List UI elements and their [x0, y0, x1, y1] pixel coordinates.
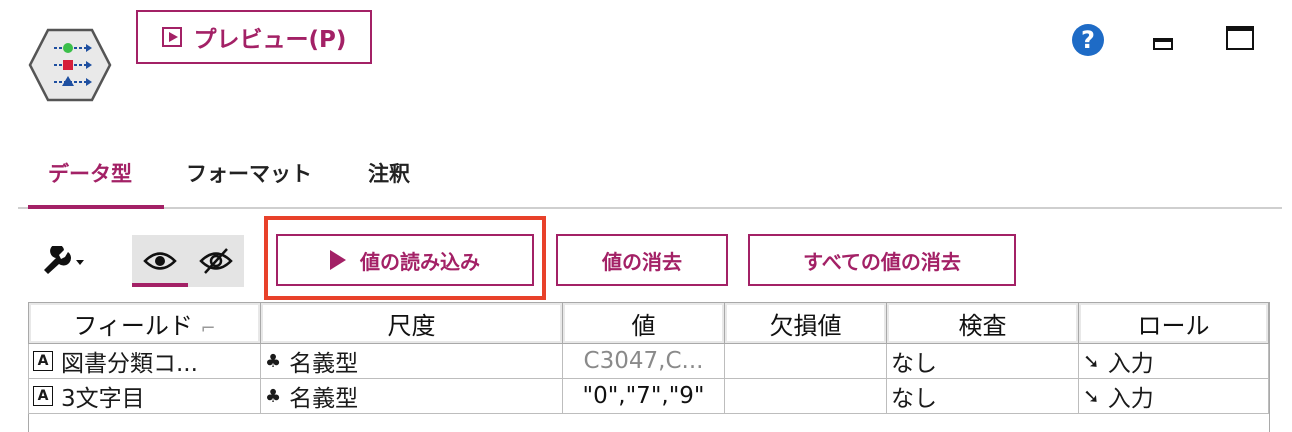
- eye-active-indicator: [132, 283, 188, 287]
- read-values-button[interactable]: 値の読み込み: [276, 234, 534, 286]
- role-value: 入力: [1107, 386, 1154, 412]
- missing-cell[interactable]: [724, 378, 887, 414]
- column-header-role[interactable]: ロール: [1078, 302, 1269, 344]
- role-value: 入力: [1107, 351, 1154, 377]
- nominal-icon: ♣: [265, 350, 282, 372]
- column-header-missing[interactable]: 欠損値: [724, 302, 887, 344]
- field-cell[interactable]: A 3文字目: [28, 378, 261, 414]
- wrench-dropdown-icon[interactable]: [40, 244, 88, 276]
- table-header-row: フィールド ⌐ 尺度 値 欠損値 検査 ロール: [28, 302, 1269, 344]
- column-header-check[interactable]: 検査: [886, 302, 1079, 344]
- field-type-node-icon: [28, 28, 112, 102]
- table-row[interactable]: A 図書分類コ... ♣ 名義型 C3047,C... なし ➘ 入力: [28, 343, 1269, 379]
- column-header-measure[interactable]: 尺度: [260, 302, 563, 344]
- clear-values-button[interactable]: 値の消去: [556, 234, 728, 286]
- tab-data-type[interactable]: データ型: [48, 158, 132, 188]
- measure-cell[interactable]: ♣ 名義型: [260, 378, 563, 414]
- clear-all-values-label: すべての値の消去: [803, 249, 961, 274]
- eye-slash-icon[interactable]: [188, 235, 244, 287]
- clear-all-values-button[interactable]: すべての値の消去: [748, 234, 1016, 286]
- minimize-icon[interactable]: [1153, 38, 1173, 50]
- maximize-icon[interactable]: [1226, 26, 1254, 50]
- field-name: 図書分類コ...: [61, 351, 198, 377]
- read-values-label: 値の読み込み: [360, 249, 480, 274]
- column-header-values[interactable]: 値: [562, 302, 725, 344]
- visibility-toggle-group: [132, 235, 244, 287]
- field-name: 3文字目: [61, 386, 145, 412]
- measure-value: 名義型: [289, 386, 359, 412]
- help-icon[interactable]: ?: [1072, 24, 1104, 56]
- role-cell[interactable]: ➘ 入力: [1078, 343, 1269, 379]
- string-type-icon: A: [33, 351, 53, 371]
- nominal-icon: ♣: [265, 385, 282, 407]
- play-box-icon: [161, 27, 182, 47]
- input-arrow-icon: ➘: [1083, 384, 1100, 408]
- tab-annotation[interactable]: 注釈: [368, 158, 410, 188]
- active-tab-indicator: [28, 205, 164, 209]
- tab-divider: [18, 207, 1282, 209]
- measure-cell[interactable]: ♣ 名義型: [260, 343, 563, 379]
- field-cell[interactable]: A 図書分類コ...: [28, 343, 261, 379]
- values-cell[interactable]: "0","7","9": [562, 378, 725, 414]
- check-cell[interactable]: なし: [886, 343, 1079, 379]
- check-value: なし: [891, 386, 937, 412]
- string-type-icon: A: [33, 386, 53, 406]
- field-table: フィールド ⌐ 尺度 値 欠損値 検査 ロール A 図書分類コ... ♣ 名義型…: [28, 302, 1269, 414]
- check-cell[interactable]: なし: [886, 378, 1079, 414]
- check-value: なし: [891, 351, 937, 377]
- tab-format[interactable]: フォーマット: [186, 158, 312, 188]
- missing-cell[interactable]: [724, 343, 887, 379]
- eye-icon[interactable]: [132, 235, 188, 287]
- measure-value: 名義型: [289, 351, 359, 377]
- clear-values-label: 値の消去: [602, 249, 682, 274]
- values-cell[interactable]: C3047,C...: [562, 343, 725, 379]
- sort-indicator-icon: ⌐: [200, 317, 216, 339]
- preview-button-label: プレビュー(P): [193, 27, 347, 53]
- role-cell[interactable]: ➘ 入力: [1078, 378, 1269, 414]
- table-row[interactable]: A 3文字目 ♣ 名義型 "0","7","9" なし ➘ 入力: [28, 378, 1269, 414]
- input-arrow-icon: ➘: [1083, 349, 1100, 373]
- preview-button[interactable]: プレビュー(P): [136, 10, 372, 64]
- column-header-field[interactable]: フィールド ⌐: [28, 302, 261, 344]
- play-icon: [330, 250, 346, 270]
